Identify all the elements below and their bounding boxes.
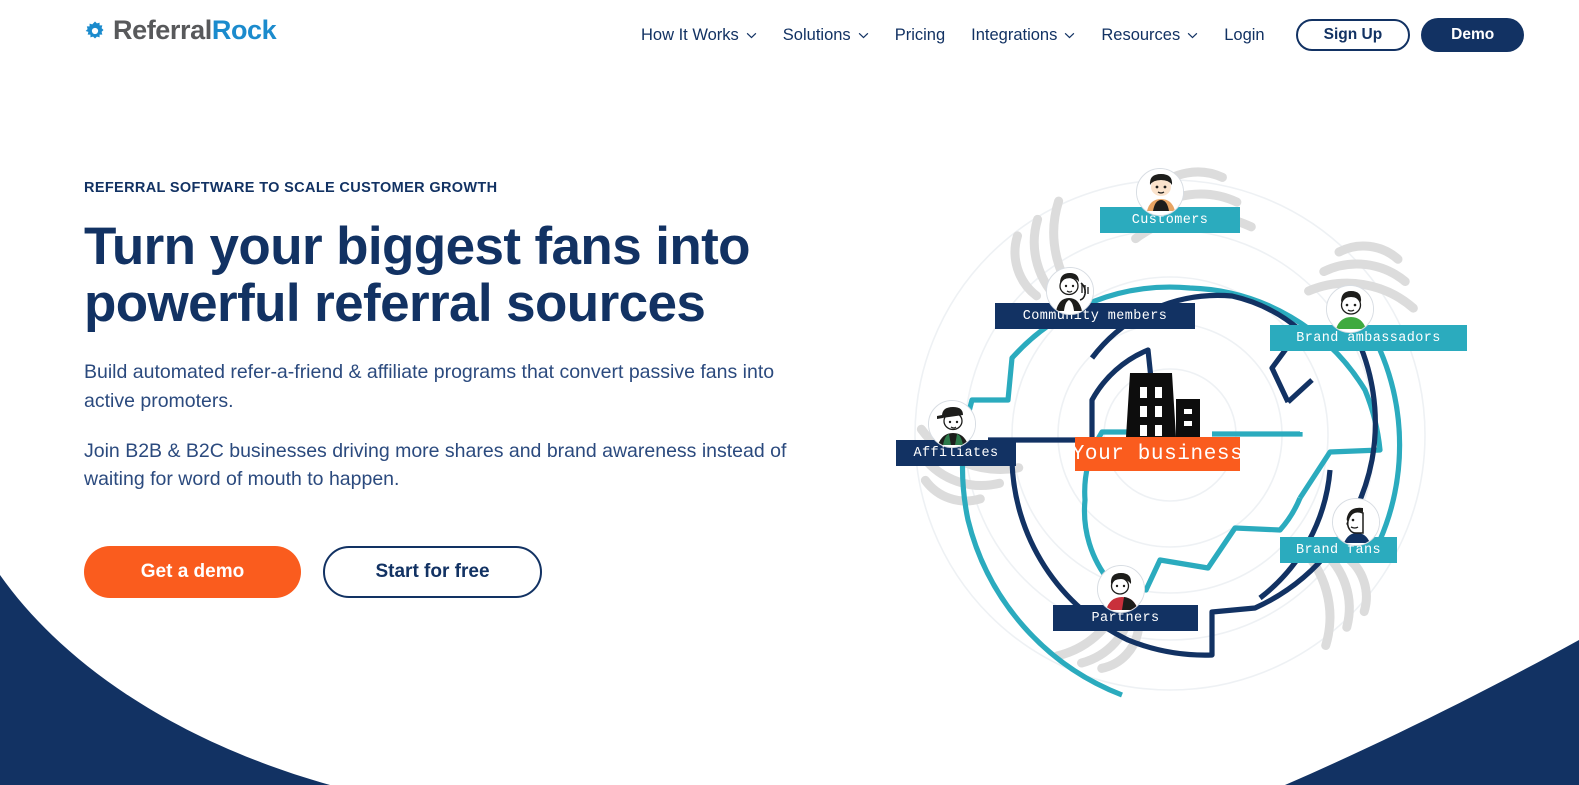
brand-logo[interactable]: ReferralRock <box>84 15 277 45</box>
nav-label: Resources <box>1101 25 1181 44</box>
avatar-side-profile-person-icon <box>1332 498 1380 546</box>
chevron-down-icon <box>1187 32 1198 38</box>
node-label-text: Brand ambassadors <box>1296 330 1441 346</box>
node-label-community-members: Community members <box>995 303 1195 329</box>
node-label-text: Partners <box>1091 610 1160 626</box>
nav-label: Integrations <box>971 25 1058 44</box>
brand-logo-text: ReferralRock <box>113 15 277 45</box>
chevron-down-icon <box>746 32 757 38</box>
nav-item-login[interactable]: Login <box>1211 22 1277 49</box>
main-navigation: How It Works Solutions Pricing Integrati… <box>628 18 1525 52</box>
get-a-demo-button[interactable]: Get a demo <box>84 545 301 598</box>
avatar-green-shirt-person-icon <box>1326 285 1374 333</box>
hero-paragraph-2: Join B2B & B2C businesses driving more s… <box>84 440 787 491</box>
nav-label: Login <box>1224 25 1265 44</box>
hero-paragraph-1: Build automated refer-a-friend & affilia… <box>84 361 775 412</box>
teal-connector-right <box>1212 431 1303 437</box>
office-building-icon <box>1126 365 1206 444</box>
demo-button[interactable]: Demo <box>1421 18 1525 52</box>
sign-up-button[interactable]: Sign Up <box>1295 19 1411 51</box>
hero-eyebrow: REFERRAL SOFTWARE TO SCALE CUSTOMER GROW… <box>84 180 498 196</box>
center-label-text: Your business <box>1071 442 1244 466</box>
center-label-your-business: Your business <box>1072 437 1243 471</box>
avatar-waving-person-icon <box>1046 267 1094 315</box>
hero-cta-row: Get a demo Start for free <box>84 545 844 598</box>
landing-page: ReferralRock How It Works Solutions Pric… <box>0 0 1579 785</box>
gear-icon <box>85 20 104 39</box>
start-for-free-button[interactable]: Start for free <box>323 545 542 598</box>
nav-label: Pricing <box>894 25 946 44</box>
nav-item-pricing[interactable]: Pricing <box>882 22 958 49</box>
node-label-brand-fans: Brand fans <box>1280 537 1397 563</box>
navy-connector-ambassadors <box>1286 378 1314 404</box>
avatar-cap-person-icon <box>928 400 976 448</box>
nav-item-integrations[interactable]: Integrations <box>958 22 1088 49</box>
node-label-text: Affiliates <box>913 445 999 461</box>
avatar-curly-hair-person-icon <box>1136 168 1184 216</box>
nav-label: How It Works <box>641 25 739 44</box>
nav-item-resources[interactable]: Resources <box>1088 22 1211 49</box>
node-label-text: Community members <box>1022 308 1168 324</box>
nav-item-solutions[interactable]: Solutions <box>770 22 882 49</box>
site-header: ReferralRock How It Works Solutions Pric… <box>0 0 1579 68</box>
node-label-text: Customers <box>1131 212 1209 228</box>
chevron-down-icon <box>1065 32 1075 38</box>
logo-text-referral: Referral <box>113 15 212 45</box>
page-title: Turn your biggest fans into powerful ref… <box>84 217 751 334</box>
nav-item-how-it-works[interactable]: How It Works <box>628 22 770 49</box>
referral-ecosystem-illustration: Customers Community members Brand ambass… <box>860 100 1480 700</box>
chevron-down-icon <box>858 32 868 38</box>
node-label-text: Brand fans <box>1295 542 1381 558</box>
teal-connector-brandfans <box>1377 348 1403 542</box>
node-label-brand-ambassadors: Brand ambassadors <box>1270 325 1467 351</box>
hero-content: REFERRAL SOFTWARE TO SCALE CUSTOMER GROW… <box>84 180 844 598</box>
logo-text-rock: Rock <box>211 15 277 45</box>
nav-label: Solutions <box>782 25 851 44</box>
avatar-red-jacket-person-icon <box>1097 565 1145 613</box>
